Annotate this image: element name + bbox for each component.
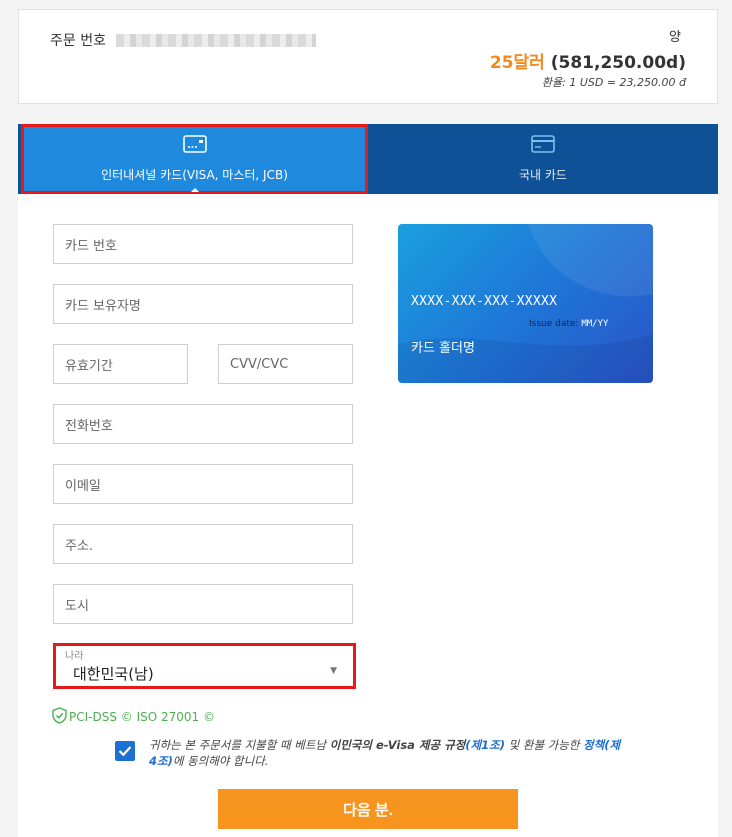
country-value: 대한민국(남)	[73, 665, 154, 683]
agreement-text: 귀하는 본 주문서를 지불할 때 베트남 이민국의 e-Visa 제공 규정(제…	[149, 737, 624, 769]
tab-domestic-card[interactable]: 국내 카드	[368, 124, 718, 194]
card-preview-holder: 카드 홀더명	[411, 341, 475, 356]
amount-vnd: (581,250.00d)	[550, 53, 686, 73]
security-badge: PCI-DSS © ISO 27001 ©	[52, 707, 215, 727]
agreement-text-bold: 이민국의 e-Visa 제공 규정	[329, 738, 466, 752]
agreement-text-4: 에 동의해야 합니다.	[172, 754, 269, 768]
expiry-field[interactable]: 유효기간	[53, 344, 188, 384]
country-select[interactable]: 나라 대한민국(남) ▼	[53, 643, 356, 689]
active-tab-caret	[190, 188, 199, 192]
payment-tabs: 인터내셔널 카드(VISA, 마스터, JCB) 국내 카드	[18, 124, 718, 194]
card-preview-number: XXXX-XXX-XXX-XXXXX	[411, 294, 558, 309]
order-number-label: 주문 번호	[50, 33, 106, 49]
card-number-field[interactable]: 카드 번호	[53, 224, 353, 264]
tab-domestic-label: 국내 카드	[519, 168, 567, 182]
article1-link[interactable]: (제1조)	[465, 738, 505, 752]
next-button[interactable]: 다음 분.	[218, 789, 518, 829]
payment-panel: 인터내셔널 카드(VISA, 마스터, JCB) 국내 카드 카드 번호 카드 …	[18, 124, 718, 837]
card-preview-issue: Issue date: MM/YY	[529, 319, 608, 329]
order-amount: 25달러 (581,250.00d)	[490, 48, 686, 73]
agreement-text-3: 및 환불 가능한	[504, 738, 584, 752]
credit-card-icon	[182, 135, 207, 156]
email-field[interactable]: 이메일	[53, 464, 353, 504]
issue-date-label: Issue date:	[529, 319, 579, 329]
order-summary: 주문 번호 양 25달러 (581,250.00d) 환율: 1 USD = 2…	[18, 9, 718, 104]
cvv-field[interactable]: CVV/CVC	[218, 344, 353, 384]
card-preview: XXXX-XXX-XXX-XXXXX Issue date: MM/YY 카드 …	[398, 224, 653, 383]
issue-date-value: MM/YY	[581, 319, 609, 329]
domestic-card-icon	[531, 135, 555, 156]
amount-usd: 25달러	[489, 53, 545, 73]
chevron-down-icon: ▼	[330, 666, 337, 676]
agree-checkbox[interactable]	[115, 741, 135, 761]
address-field[interactable]: 주소.	[53, 524, 353, 564]
order-number-redacted	[116, 34, 316, 47]
exchange-rate: 환율: 1 USD = 23,250.00 đ	[541, 76, 686, 89]
tab-international-label: 인터내셔널 카드(VISA, 마스터, JCB)	[101, 168, 288, 182]
tab-international-card[interactable]: 인터내셔널 카드(VISA, 마스터, JCB)	[21, 124, 368, 194]
agreement-text-1: 귀하는 본 주문서를 지불할 때 베트남	[149, 738, 330, 752]
phone-field[interactable]: 전화번호	[53, 404, 353, 444]
city-field[interactable]: 도시	[53, 584, 353, 624]
country-label: 나라	[65, 651, 84, 662]
amount-label: 양	[669, 30, 681, 45]
checkmark-icon	[118, 746, 132, 757]
shield-check-icon	[52, 707, 67, 727]
security-text: PCI-DSS © ISO 27001 ©	[69, 710, 215, 724]
card-holder-field[interactable]: 카드 보유자명	[53, 284, 353, 324]
